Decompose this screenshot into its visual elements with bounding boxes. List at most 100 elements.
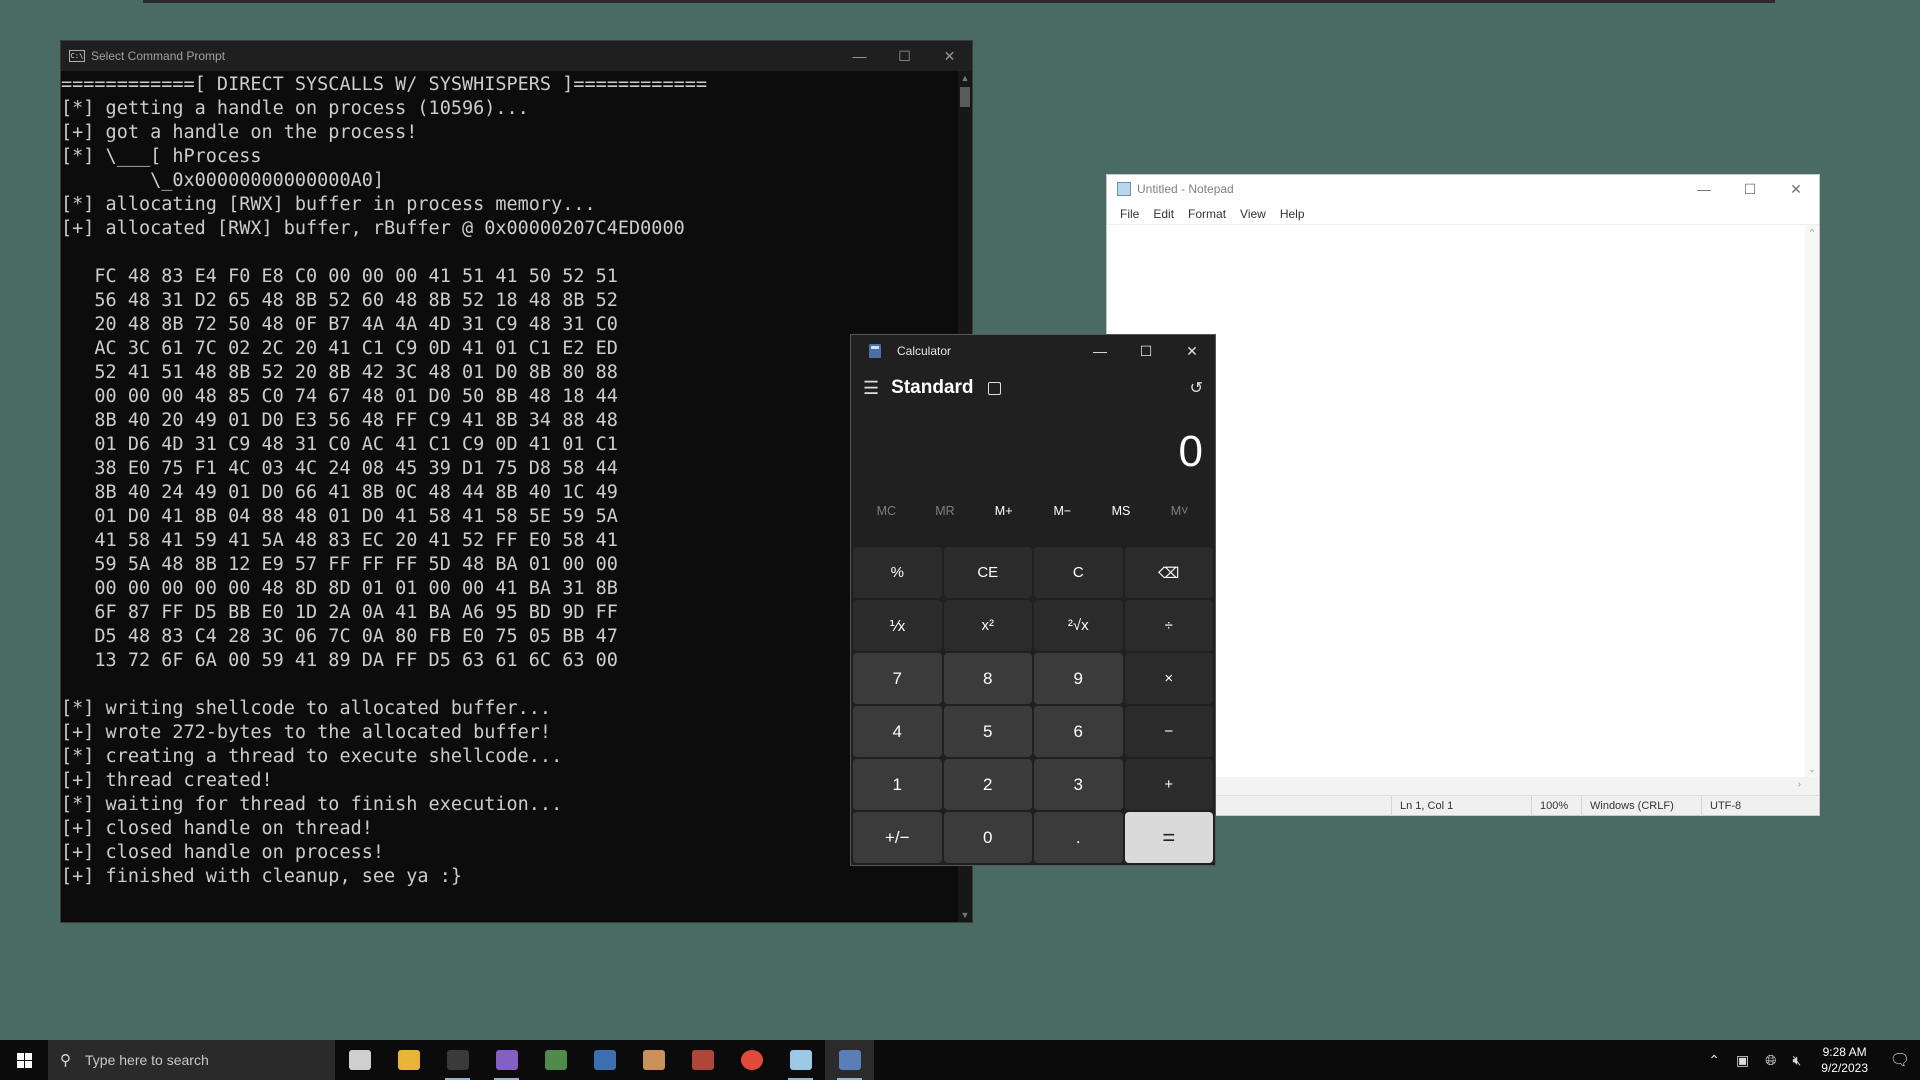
volume-muted-icon[interactable]: 🔇︎ <box>1784 1052 1809 1069</box>
menu-edit[interactable]: Edit <box>1146 207 1181 221</box>
taskbar-app-button[interactable] <box>433 1040 482 1080</box>
calculator-display: 0 <box>1178 427 1203 476</box>
cmd-output[interactable]: ============[ DIRECT SYSCALLS W/ SYSWHIS… <box>61 71 958 922</box>
cmd-titlebar[interactable]: C:\ Select Command Prompt — ☐ ✕ <box>61 41 972 71</box>
hamburger-menu-icon[interactable]: ☰ <box>863 378 879 399</box>
calculator-window[interactable]: Calculator — ☐ ✕ ☰ Standard ↺ 0 MC MR M+… <box>850 334 1216 866</box>
menu-format[interactable]: Format <box>1181 207 1233 221</box>
system-tray: ⌃ ▣ 🌐︎ 🔇︎ 9:28 AM 9/2/2023 🗨︎ <box>1700 1040 1920 1080</box>
cmd-output-line: 38 E0 75 F1 4C 03 4C 24 08 45 39 D1 75 D… <box>61 458 618 479</box>
taskbar-app-button[interactable] <box>335 1040 384 1080</box>
cmd-output-line: [+] got a handle on the process! <box>61 122 418 143</box>
cmd-output-line: 20 48 8B 72 50 48 0F B7 4A 4A 4D 31 C9 4… <box>61 314 618 335</box>
memory-subtract-button[interactable]: M− <box>1034 504 1090 518</box>
cmd-output-line: 01 D0 41 8B 04 88 48 01 D0 41 58 41 58 5… <box>61 506 618 527</box>
menu-view[interactable]: View <box>1233 207 1273 221</box>
taskbar-app-button[interactable] <box>825 1040 874 1080</box>
calculator-app-icon <box>869 344 881 358</box>
file-explorer-icon <box>397 1050 420 1070</box>
percent-button[interactable]: % <box>853 547 942 598</box>
calculator-mode-title: Standard <box>891 377 974 398</box>
cmd-output-line: [+] finished with cleanup, see ya :} <box>61 866 462 887</box>
taskbar-app-button[interactable] <box>776 1040 825 1080</box>
digit-0-button[interactable]: 0 <box>943 812 1032 863</box>
digit-4-button[interactable]: 4 <box>853 706 942 757</box>
clock-date: 9/2/2023 <box>1821 1061 1868 1075</box>
notepad-vertical-scrollbar[interactable]: ^ ⌄ <box>1805 225 1819 777</box>
close-icon[interactable]: ✕ <box>1169 335 1215 367</box>
reciprocal-button[interactable]: ⅟x <box>853 600 942 651</box>
memory-store-button[interactable]: MS <box>1093 504 1149 518</box>
calculator-title: Calculator <box>897 344 952 358</box>
menu-help[interactable]: Help <box>1273 207 1312 221</box>
taskbar: ⚲ Type here to search ⌃ ▣ 🌐︎ 🔇︎ 9:28 AM … <box>0 1040 1920 1080</box>
taskbar-app-button[interactable] <box>384 1040 433 1080</box>
divide-button[interactable]: ÷ <box>1124 600 1213 651</box>
cmd-title: Select Command Prompt <box>91 49 226 63</box>
scroll-right-icon[interactable]: › <box>1798 779 1801 790</box>
taskbar-app-button[interactable] <box>727 1040 776 1080</box>
cmd-output-line: D5 48 83 C4 28 3C 06 7C 0A 80 FB E0 75 0… <box>61 626 618 647</box>
minimize-icon[interactable]: — <box>1077 335 1123 367</box>
scroll-up-icon[interactable]: ▲ <box>958 73 972 83</box>
notepad-titlebar[interactable]: Untitled - Notepad — ☐ ✕ <box>1107 175 1819 203</box>
notepad-icon <box>789 1050 812 1070</box>
memory-list-button[interactable]: M˅ <box>1152 504 1208 518</box>
keep-on-top-icon[interactable] <box>987 381 1001 395</box>
taskbar-app-button[interactable] <box>580 1040 629 1080</box>
minimize-icon[interactable]: — <box>837 41 882 71</box>
add-button[interactable]: + <box>1124 759 1213 810</box>
backspace-button[interactable]: ⌫ <box>1124 547 1213 598</box>
digit-1-button[interactable]: 1 <box>853 759 942 810</box>
memory-add-button[interactable]: M+ <box>976 504 1032 518</box>
maximize-icon[interactable]: ☐ <box>1727 174 1773 204</box>
scroll-down-icon[interactable]: ⌄ <box>1805 764 1819 775</box>
memory-clear-button[interactable]: MC <box>858 504 914 518</box>
cmd-output-line: [*] allocating [RWX] buffer in process m… <box>61 194 596 215</box>
clear-entry-button[interactable]: CE <box>943 547 1032 598</box>
cmd-output-line: [+] thread created! <box>61 770 273 791</box>
taskbar-search-box[interactable]: ⚲ Type here to search <box>48 1040 335 1080</box>
digit-7-button[interactable]: 7 <box>853 653 942 704</box>
network-globe-icon[interactable]: 🌐︎ <box>1757 1052 1784 1069</box>
close-icon[interactable]: ✕ <box>1773 174 1819 204</box>
digit-9-button[interactable]: 9 <box>1034 653 1123 704</box>
scroll-down-icon[interactable]: ▼ <box>958 910 972 920</box>
taskbar-app-button[interactable] <box>629 1040 678 1080</box>
taskbar-app-button[interactable] <box>531 1040 580 1080</box>
calculator-titlebar[interactable]: Calculator — ☐ ✕ <box>851 335 1215 367</box>
decimal-button[interactable]: . <box>1034 812 1123 863</box>
minimize-icon[interactable]: — <box>1681 174 1727 204</box>
tray-meet-now-icon[interactable]: ▣ <box>1728 1052 1757 1069</box>
equals-button[interactable]: = <box>1124 812 1213 863</box>
maximize-icon[interactable]: ☐ <box>882 41 927 71</box>
taskbar-app-button[interactable] <box>678 1040 727 1080</box>
scroll-thumb[interactable] <box>960 87 970 107</box>
digit-5-button[interactable]: 5 <box>943 706 1032 757</box>
digit-3-button[interactable]: 3 <box>1034 759 1123 810</box>
taskbar-app-button[interactable] <box>482 1040 531 1080</box>
multiply-button[interactable]: × <box>1124 653 1213 704</box>
digit-6-button[interactable]: 6 <box>1034 706 1123 757</box>
taskbar-clock[interactable]: 9:28 AM 9/2/2023 <box>1809 1044 1880 1076</box>
square-button[interactable]: x² <box>943 600 1032 651</box>
scroll-up-icon[interactable]: ^ <box>1805 227 1819 237</box>
close-icon[interactable]: ✕ <box>927 41 972 71</box>
tray-chevron-up-icon[interactable]: ⌃ <box>1700 1052 1728 1069</box>
windows-logo-icon <box>16 1052 32 1068</box>
clock-time: 9:28 AM <box>1822 1045 1867 1059</box>
notification-center-icon[interactable]: 🗨︎ <box>1880 1050 1920 1070</box>
digit-8-button[interactable]: 8 <box>943 653 1032 704</box>
command-prompt-window[interactable]: C:\ Select Command Prompt — ☐ ✕ ========… <box>60 40 973 923</box>
square-root-button[interactable]: ²√x <box>1034 600 1123 651</box>
history-icon[interactable]: ↺ <box>1190 378 1203 398</box>
digit-2-button[interactable]: 2 <box>943 759 1032 810</box>
negate-button[interactable]: +/− <box>853 812 942 863</box>
memory-recall-button[interactable]: MR <box>917 504 973 518</box>
maximize-icon[interactable]: ☐ <box>1123 335 1169 367</box>
menu-file[interactable]: File <box>1113 207 1146 221</box>
subtract-button[interactable]: − <box>1124 706 1213 757</box>
clear-button[interactable]: C <box>1034 547 1123 598</box>
start-button[interactable] <box>0 1040 48 1080</box>
calculator-icon <box>838 1050 861 1070</box>
